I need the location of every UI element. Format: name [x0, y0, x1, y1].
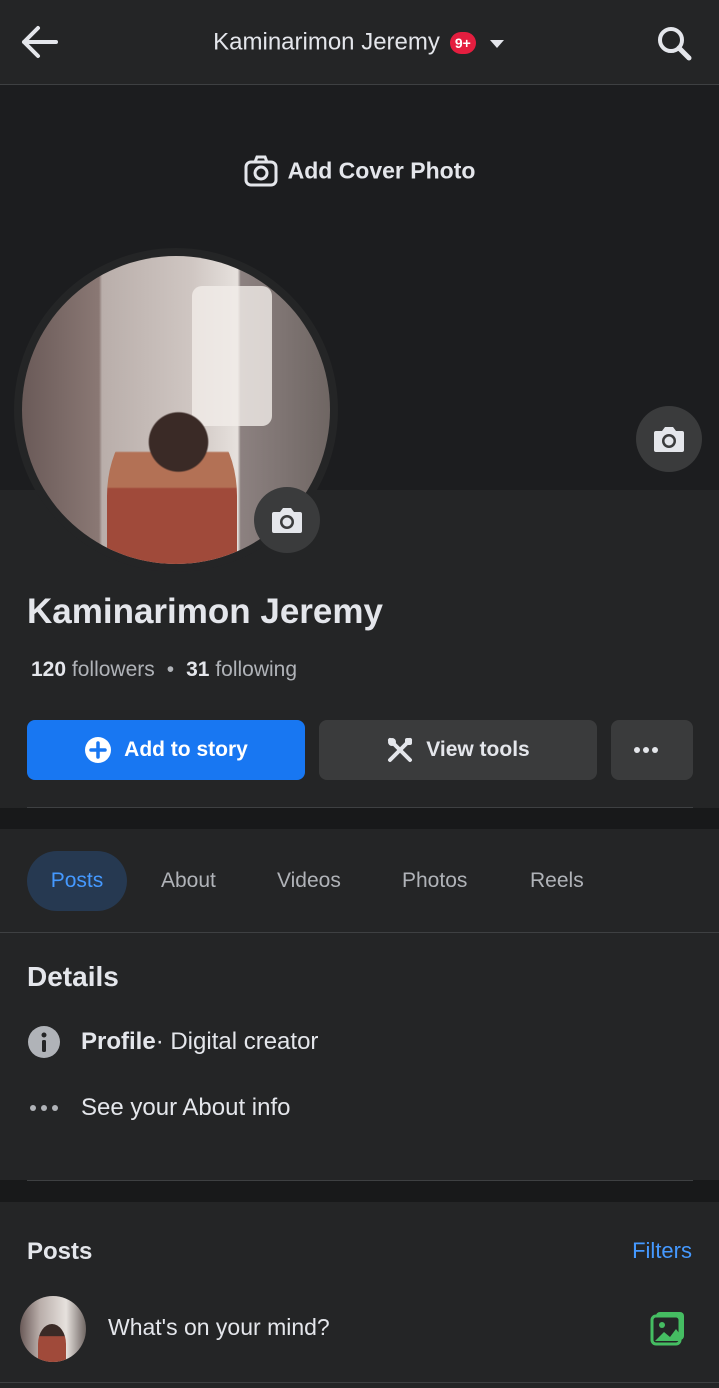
followers-count[interactable]: 120	[31, 658, 66, 681]
info-icon	[27, 1025, 61, 1059]
camera-icon	[654, 427, 684, 452]
profile-label: Profile	[81, 1028, 156, 1055]
profile-tabs: Posts About Videos Photos Reels	[0, 829, 719, 933]
following-count[interactable]: 31	[186, 658, 209, 681]
profile-category: · Digital creator	[155, 1028, 319, 1055]
plus-circle-icon	[85, 737, 112, 763]
chevron-down-icon[interactable]	[488, 29, 506, 57]
camera-icon	[272, 508, 302, 533]
search-icon[interactable]	[655, 24, 693, 62]
tab-reels[interactable]: Reels	[530, 851, 584, 911]
add-to-story-label: Add to story	[124, 738, 248, 761]
following-label[interactable]: following	[215, 658, 297, 681]
more-dots-icon	[27, 1091, 61, 1125]
add-cover-photo-button[interactable]: Add Cover Photo	[0, 155, 719, 187]
avatar[interactable]	[20, 1296, 86, 1362]
page-title: Kaminarimon Jeremy	[213, 28, 440, 56]
tab-photos[interactable]: Photos	[402, 851, 467, 911]
posts-section: Posts Filters What's on your mind?	[0, 1202, 719, 1388]
see-about-link[interactable]: See your About info	[81, 1094, 290, 1122]
details-section: Details Profile · Digital creator See yo…	[0, 933, 719, 1180]
profile-category-row: Profile · Digital creator	[27, 1025, 318, 1059]
top-bar: Kaminarimon Jeremy 9+	[0, 0, 719, 85]
posts-title: Posts	[27, 1238, 93, 1265]
edit-cover-camera-button[interactable]	[636, 406, 702, 472]
follow-stats: 120 followers • 31 following	[31, 658, 297, 682]
header-title-group[interactable]: Kaminarimon Jeremy 9+	[0, 28, 719, 57]
tab-posts[interactable]: Posts	[27, 851, 127, 911]
composer-input[interactable]: What's on your mind?	[108, 1314, 330, 1341]
divider	[27, 1180, 693, 1181]
tab-about[interactable]: About	[161, 851, 216, 911]
filters-link[interactable]: Filters	[632, 1238, 692, 1264]
view-tools-label: View tools	[426, 738, 530, 761]
photo-icon[interactable]	[650, 1310, 686, 1346]
tools-icon	[388, 738, 413, 762]
followers-label[interactable]: followers	[72, 658, 155, 681]
add-cover-label: Add Cover Photo	[287, 157, 476, 184]
camera-icon	[244, 155, 278, 187]
details-title: Details	[27, 961, 119, 992]
notification-badge: 9+	[449, 31, 476, 54]
more-options-button[interactable]	[611, 720, 693, 780]
divider	[0, 1382, 719, 1383]
view-tools-button[interactable]: View tools	[319, 720, 597, 780]
see-about-row[interactable]: See your About info	[27, 1091, 290, 1125]
profile-name: Kaminarimon Jeremy	[27, 592, 383, 631]
separator-dot: •	[166, 658, 175, 681]
add-to-story-button[interactable]: Add to story	[27, 720, 305, 780]
divider	[27, 807, 693, 808]
edit-avatar-camera-button[interactable]	[254, 487, 320, 553]
tab-videos[interactable]: Videos	[277, 851, 341, 911]
more-dots-icon	[634, 747, 658, 753]
